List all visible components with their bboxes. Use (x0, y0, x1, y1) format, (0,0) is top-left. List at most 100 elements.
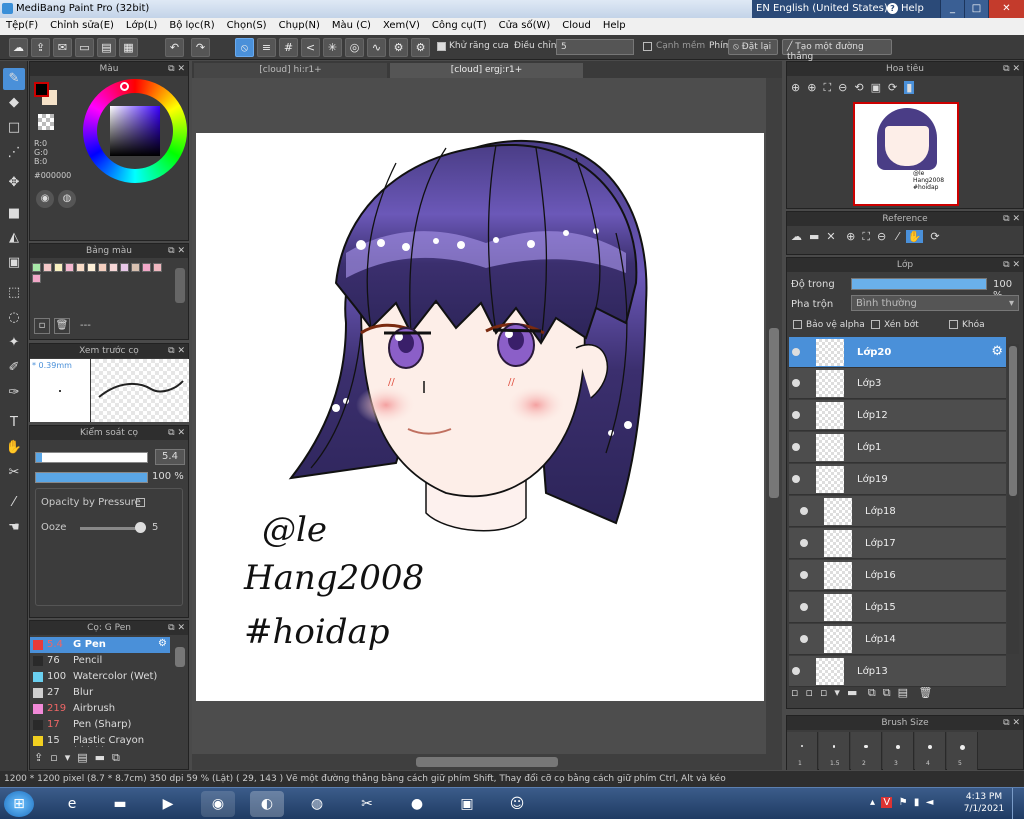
divide-tool-icon[interactable]: ✂ (3, 462, 25, 484)
add-layer-icon[interactable]: ▾ (834, 686, 840, 699)
visibility-eye-icon[interactable] (792, 443, 800, 451)
ie-icon[interactable]: e (55, 791, 89, 817)
bucket-tool-icon[interactable]: ◭ (3, 227, 25, 249)
new-8bit-layer-icon[interactable]: ▫ (820, 686, 827, 699)
visibility-eye-icon[interactable] (800, 539, 808, 547)
select-tool-icon[interactable]: ⬚ (3, 282, 25, 304)
panel-popout-close-icon[interactable]: ⧉ ✕ (168, 62, 185, 76)
horizontal-scroll-thumb[interactable] (416, 757, 558, 767)
share-icon[interactable]: ⇪ (31, 38, 50, 57)
palette-swatches[interactable] (32, 263, 172, 285)
layer-row[interactable]: Lớp13 (789, 656, 1006, 687)
brush-item[interactable]: 76 Pencil (30, 653, 170, 669)
menu-layer[interactable]: Lớp(L) (120, 18, 163, 35)
visibility-eye-icon[interactable] (800, 507, 808, 515)
ref-hand-icon[interactable]: ✋ (905, 230, 924, 243)
zoom-out-icon[interactable]: ⊖ (838, 81, 847, 94)
menu-window[interactable]: Cửa số(W) (493, 18, 557, 35)
app-icon-green[interactable]: ◍ (300, 791, 334, 817)
palette-swatch[interactable] (120, 263, 129, 272)
layer-row[interactable]: Lớp20 ⚙ (789, 337, 1006, 368)
eyedropper-icon[interactable]: ⁄ (3, 492, 25, 514)
brush-list-scrollbar[interactable] (175, 647, 185, 667)
show-desktop-button[interactable] (1012, 788, 1024, 819)
merge-down-icon[interactable]: ⧉ (883, 686, 891, 699)
palette-icon[interactable]: ◉ (36, 190, 54, 208)
gear-icon[interactable]: ⚙ (158, 638, 167, 649)
panel-popout-close-icon[interactable]: ⧉ ✕ (1003, 62, 1020, 76)
app-icon-window[interactable]: ▣ (450, 791, 484, 817)
palette-scrollbar[interactable] (175, 268, 185, 303)
horizontal-scrollbar[interactable] (192, 754, 782, 770)
panel-popout-close-icon[interactable]: ⧉ ✕ (168, 621, 185, 635)
opacity-pressure-checkbox[interactable] (136, 498, 145, 510)
tray-antivirus-icon[interactable]: V (881, 797, 893, 808)
chrome-icon[interactable]: ◉ (201, 791, 235, 817)
tray-arrow-icon[interactable]: ▴ (870, 797, 875, 808)
eraser-tool-icon[interactable]: ◆ (3, 92, 25, 114)
app-icon-tools[interactable]: ✂ (350, 791, 384, 817)
visibility-eye-icon[interactable] (800, 603, 808, 611)
chat-icon[interactable]: ▭ (75, 38, 94, 57)
brush-size-cell[interactable]: 5 (947, 732, 978, 770)
fill-rect-tool-icon[interactable]: ■ (3, 203, 25, 225)
close-ref-icon[interactable]: ✕ (826, 230, 835, 243)
app-icon-avatar[interactable]: ☺ (500, 791, 534, 817)
brush-size-cell[interactable]: 3 (883, 732, 914, 770)
palette-swatch[interactable] (32, 274, 41, 283)
ref-eyedropper-icon[interactable]: ⁄ (897, 230, 899, 243)
rotate-left-icon[interactable]: ⟲ (854, 81, 863, 94)
visibility-eye-icon[interactable] (792, 475, 800, 483)
hue-handle[interactable] (120, 82, 129, 91)
fullscreen-icon[interactable]: ▣ (871, 81, 881, 94)
rect-tool-icon[interactable]: □ (3, 117, 25, 139)
hand-tool-icon[interactable]: ☚ (3, 517, 25, 539)
ooze-handle[interactable] (135, 522, 146, 533)
settings-snap-icon[interactable]: ⚙ (389, 38, 408, 57)
layer-settings-icon[interactable]: ▤ (898, 686, 908, 699)
grid-snap-icon[interactable]: # (279, 38, 298, 57)
perspective-snap-icon[interactable]: < (301, 38, 320, 57)
palette-swatch[interactable] (87, 263, 96, 272)
move-tool-icon[interactable]: ✥ (3, 172, 25, 194)
panel-popout-close-icon[interactable]: ⧉ ✕ (168, 244, 185, 258)
brush-size-cell[interactable]: 2 (851, 732, 882, 770)
menu-snap[interactable]: Chụp(N) (273, 18, 326, 35)
gradient-tool-icon[interactable]: ▣ (3, 252, 25, 274)
language-label[interactable]: EN English (United States) (756, 3, 888, 14)
explorer-icon[interactable]: ▬ (103, 791, 137, 817)
brush-item[interactable]: 5.4 G Pen ⚙ (30, 637, 170, 653)
menu-help[interactable]: Help (597, 18, 632, 35)
brush-size-slider[interactable] (35, 452, 148, 463)
magic-wand-icon[interactable]: ✦ (3, 332, 25, 354)
select-pen-icon[interactable]: ✐ (3, 357, 25, 379)
visibility-eye-icon[interactable] (800, 571, 808, 579)
vertical-scrollbar[interactable] (766, 78, 782, 754)
clipping-checkbox[interactable] (871, 320, 880, 332)
menu-edit[interactable]: Chỉnh sửa(E) (44, 18, 120, 35)
menu-cloud[interactable]: Cloud (556, 18, 597, 35)
duplicate-layer-icon[interactable]: ⧉ (868, 686, 876, 699)
panel-popout-close-icon[interactable]: ⧉ ✕ (168, 344, 185, 358)
correction-select[interactable]: 5 (556, 39, 634, 55)
panel-popout-close-icon[interactable]: ⧉ ✕ (168, 426, 185, 440)
document-icon[interactable]: ▤ (97, 38, 116, 57)
help-label[interactable]: Help (901, 3, 924, 14)
operation-tool-icon[interactable]: ✋ (3, 437, 25, 459)
visibility-eye-icon[interactable] (792, 667, 800, 675)
open-folder-icon[interactable]: ▬ (809, 230, 819, 243)
visibility-eye-icon[interactable] (792, 379, 800, 387)
add-brush-icon[interactable]: ▾ (65, 751, 71, 764)
rotate-right-icon[interactable]: ⟳ (888, 81, 897, 94)
palette-swatch[interactable] (76, 263, 85, 272)
gear-icon[interactable]: ⚙ (991, 344, 1003, 359)
layer-row[interactable]: Lớp1 (789, 432, 1006, 463)
lasso-tool-icon[interactable]: ◌ (3, 307, 25, 329)
ref-zoom-in-icon[interactable]: ⊕ (846, 230, 855, 243)
layer-row[interactable]: Lớp16 (789, 560, 1006, 591)
layer-row[interactable]: Lớp19 (789, 464, 1006, 495)
palette-swatch[interactable] (65, 263, 74, 272)
layer-scroll-thumb[interactable] (1009, 346, 1017, 496)
undo-icon[interactable]: ↶ (165, 38, 184, 57)
delete-layer-icon[interactable]: 🗑 (918, 686, 932, 699)
